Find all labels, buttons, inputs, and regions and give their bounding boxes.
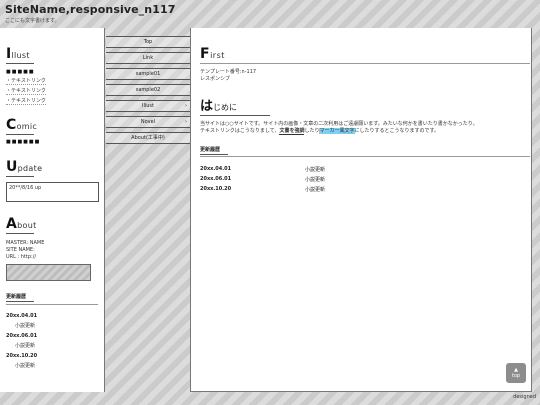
comic-heading: Comic	[6, 117, 38, 133]
emphasis-text: 文書を強調	[279, 128, 305, 135]
about-sitename: SITE NAME:	[6, 247, 35, 253]
first-heading: First	[200, 46, 225, 62]
sidebar-changelog-date: 20xx.04.01	[6, 313, 38, 319]
changelog-row: 20xx.04.01 小説更新	[200, 166, 326, 173]
update-section: Update 20**/8/16 up	[6, 159, 99, 202]
nav-item-link[interactable]: Link	[106, 52, 190, 64]
site-header: SiteName,responsive_n117 ここにも文字書けます。	[0, 0, 540, 28]
sidebar-changelog-date: 20xx.10.20	[6, 353, 38, 359]
main-changelog: 更新履歴 20xx.04.01 小説更新 20xx.06.01 小説更新 20xx.…	[200, 146, 530, 196]
nav-item-top[interactable]: Top	[106, 36, 190, 48]
nav-item-illust[interactable]: Illust ›	[106, 100, 190, 112]
comic-divider	[6, 134, 34, 135]
illust-link-3[interactable]: ・テキストリンク	[6, 96, 98, 106]
illust-link-1[interactable]: ・テキストリンク	[6, 76, 98, 86]
intro-line-2: テキストリンクはこうなりまして、文書を強調したりマーカー風文字にしたりするとこう…	[200, 128, 440, 135]
chevron-right-icon: ›	[185, 103, 187, 109]
back-to-top-button[interactable]: ▲ top	[506, 363, 526, 383]
sidebar-changelog-date: 20xx.06.01	[6, 333, 38, 339]
nav-item-sample01[interactable]: sample01	[106, 68, 190, 80]
global-nav: Top Link sample01 sample02 Illust › Novel…	[106, 36, 190, 148]
template-number: テンプレート番号:n-117	[200, 69, 257, 75]
top-label: top	[511, 373, 521, 379]
update-textbox[interactable]: 20**/8/16 up	[6, 182, 99, 202]
sidebar-changelog-divider	[6, 304, 98, 305]
main-changelog-title: 更新履歴	[200, 146, 228, 155]
footer-credit[interactable]: designed	[513, 394, 536, 400]
chevron-right-icon: ›	[185, 119, 187, 125]
site-title[interactable]: SiteName,responsive_n117	[5, 3, 175, 16]
marker-text: マーカー風文字	[319, 128, 355, 134]
main-changelog-divider	[200, 156, 530, 157]
left-sidebar: Illust ■■■■■ ・テキストリンク ・テキストリンク ・テキストリンク …	[0, 28, 105, 392]
comic-section: Comic ■■■■■■	[6, 117, 98, 145]
sidebar-changelog: 更新履歴 20xx.04.01 小説更新 20xx.06.01 小説更新 20x…	[6, 293, 98, 369]
about-master: MASTER: NAME	[6, 240, 45, 246]
intro-line-1: 当サイトは○○サイトです。サイト内の画像・文章の二次利用はご遠慮願います。みたい…	[200, 121, 478, 127]
nav-item-about[interactable]: About(工事中)	[106, 132, 190, 144]
intro-section: はじめに 当サイトは○○サイトです。サイト内の画像・文章の二次利用はご遠慮願いま…	[200, 95, 522, 135]
nav-item-novel[interactable]: Novel ›	[106, 116, 190, 128]
about-heading: About	[6, 216, 37, 232]
first-section: First テンプレート番号:n-117 レスポンシブ	[200, 46, 530, 83]
intro-divider	[200, 115, 270, 116]
illust-dots: ■■■■■	[6, 69, 35, 75]
comic-dots: ■■■■■■	[6, 139, 41, 145]
sidebar-changelog-text: 小説更新	[15, 363, 36, 369]
about-divider	[6, 233, 34, 234]
changelog-row: 20xx.10.20 小説更新	[200, 186, 326, 193]
about-banner-box[interactable]	[6, 264, 91, 281]
about-section: About MASTER: NAME SITE NAME: URL : http…	[6, 216, 98, 281]
about-url: URL : http://	[6, 254, 37, 260]
sidebar-changelog-title: 更新履歴	[6, 293, 34, 302]
template-type: レスポンシブ	[200, 76, 231, 82]
illust-heading: Illust	[6, 46, 30, 62]
sidebar-changelog-text: 小説更新	[15, 323, 36, 329]
update-divider	[6, 176, 34, 177]
update-heading: Update	[6, 159, 43, 175]
illust-section: Illust ■■■■■ ・テキストリンク ・テキストリンク ・テキストリンク	[6, 46, 98, 106]
illust-link-2[interactable]: ・テキストリンク	[6, 86, 98, 96]
nav-item-sample02[interactable]: sample02	[106, 84, 190, 96]
main-content: First テンプレート番号:n-117 レスポンシブ はじめに 当サイトは○○…	[190, 28, 532, 392]
changelog-row: 20xx.06.01 小説更新	[200, 176, 326, 183]
sidebar-changelog-text: 小説更新	[15, 343, 36, 349]
illust-divider	[6, 63, 34, 64]
intro-heading: はじめに	[200, 99, 238, 114]
site-subtitle: ここにも文字書けます。	[5, 18, 60, 24]
first-divider	[200, 63, 530, 64]
